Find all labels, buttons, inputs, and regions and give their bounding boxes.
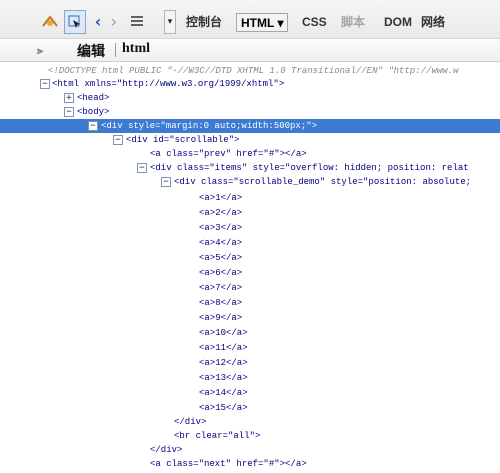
forward-icon[interactable]: › bbox=[108, 10, 120, 32]
tree-row-body[interactable]: − <body> bbox=[0, 105, 500, 119]
tree-row-demo[interactable]: − <div class="scrollable_demo" style="po… bbox=[0, 175, 500, 189]
tree-row-anchor[interactable]: <a>5</a> bbox=[0, 251, 500, 265]
tree-row-anchor[interactable]: <a>6</a> bbox=[0, 266, 500, 280]
tab-script[interactable]: 脚本 bbox=[341, 13, 365, 30]
back-icon[interactable]: ‹ bbox=[92, 10, 104, 32]
doctype-row: <!DOCTYPE html PUBLIC "-//W3C//DTD XHTML… bbox=[48, 66, 459, 76]
tree-row-prev[interactable]: <a class="prev" href="#"></a> bbox=[0, 147, 500, 161]
breadcrumb[interactable]: html bbox=[122, 41, 150, 57]
collapse-icon[interactable]: − bbox=[113, 135, 123, 145]
tree-row-anchor[interactable]: <a>4</a> bbox=[0, 236, 500, 250]
html-tree: <!DOCTYPE html PUBLIC "-//W3C//DTD XHTML… bbox=[0, 62, 500, 473]
firebug-toolbar: ‹ › ▾ 控制台 HTML ▾ CSS 脚本 DOM 网络 bbox=[0, 0, 500, 38]
collapse-icon[interactable]: − bbox=[137, 163, 147, 173]
collapse-icon[interactable]: − bbox=[88, 121, 98, 131]
tree-row-anchor[interactable]: <a>11</a> bbox=[0, 341, 500, 355]
pause-icon[interactable]: ⫸ bbox=[37, 44, 43, 58]
tree-row-anchor[interactable]: <a>2</a> bbox=[0, 206, 500, 220]
tree-row-anchor[interactable]: <a>8</a> bbox=[0, 296, 500, 310]
tab-net[interactable]: 网络 bbox=[421, 13, 445, 30]
tree-row-next[interactable]: <a class="next" href="#"></a> bbox=[0, 457, 500, 471]
tree-row-anchor[interactable]: <a>10</a> bbox=[0, 326, 500, 340]
tree-row-selected-div[interactable]: − <div style="margin:0 auto;width:500px;… bbox=[0, 119, 500, 133]
tree-row-anchor[interactable]: <a>12</a> bbox=[0, 356, 500, 370]
tree-row-anchor[interactable]: <a>13</a> bbox=[0, 371, 500, 385]
tab-html[interactable]: HTML ▾ bbox=[236, 13, 289, 32]
tab-console[interactable]: 控制台 bbox=[186, 13, 222, 30]
menu-dropdown-icon[interactable]: ▾ bbox=[164, 10, 176, 34]
tree-row-anchor[interactable]: <a>14</a> bbox=[0, 386, 500, 400]
list-icon[interactable] bbox=[130, 10, 144, 32]
collapse-icon[interactable]: − bbox=[161, 177, 171, 187]
tree-row-html[interactable]: − <html xmlns="http://www.w3.org/1999/xh… bbox=[0, 77, 500, 91]
tree-row-anchor[interactable]: <a>15</a> bbox=[0, 401, 500, 415]
tree-row-close-div[interactable]: </div> bbox=[0, 415, 500, 429]
tree-row-br[interactable]: <br clear="all"> bbox=[0, 429, 500, 443]
secondary-toolbar: ⫸ 编辑 html bbox=[0, 38, 500, 62]
tree-row-anchor[interactable]: <a>7</a> bbox=[0, 281, 500, 295]
collapse-icon[interactable]: − bbox=[64, 107, 74, 117]
expand-icon[interactable]: + bbox=[64, 93, 74, 103]
tab-dom[interactable]: DOM bbox=[384, 13, 412, 30]
edit-button[interactable]: 编辑 bbox=[77, 41, 105, 61]
tab-css[interactable]: CSS bbox=[302, 13, 327, 30]
tree-row-scrollable[interactable]: − <div id="scrollable"> bbox=[0, 133, 500, 147]
tree-row-close-div[interactable]: </div> bbox=[0, 443, 500, 457]
collapse-icon[interactable]: − bbox=[40, 79, 50, 89]
divider bbox=[115, 43, 116, 57]
tree-row-anchor[interactable]: <a>9</a> bbox=[0, 311, 500, 325]
tree-row-items[interactable]: − <div class="items" style="overflow: hi… bbox=[0, 161, 500, 175]
inspect-icon[interactable] bbox=[64, 10, 86, 34]
tree-row-anchor[interactable]: <a>3</a> bbox=[0, 221, 500, 235]
firebug-icon[interactable] bbox=[40, 10, 60, 32]
tree-row-anchor[interactable]: <a>1</a> bbox=[0, 191, 500, 205]
tree-row-head[interactable]: + <head> bbox=[0, 91, 500, 105]
